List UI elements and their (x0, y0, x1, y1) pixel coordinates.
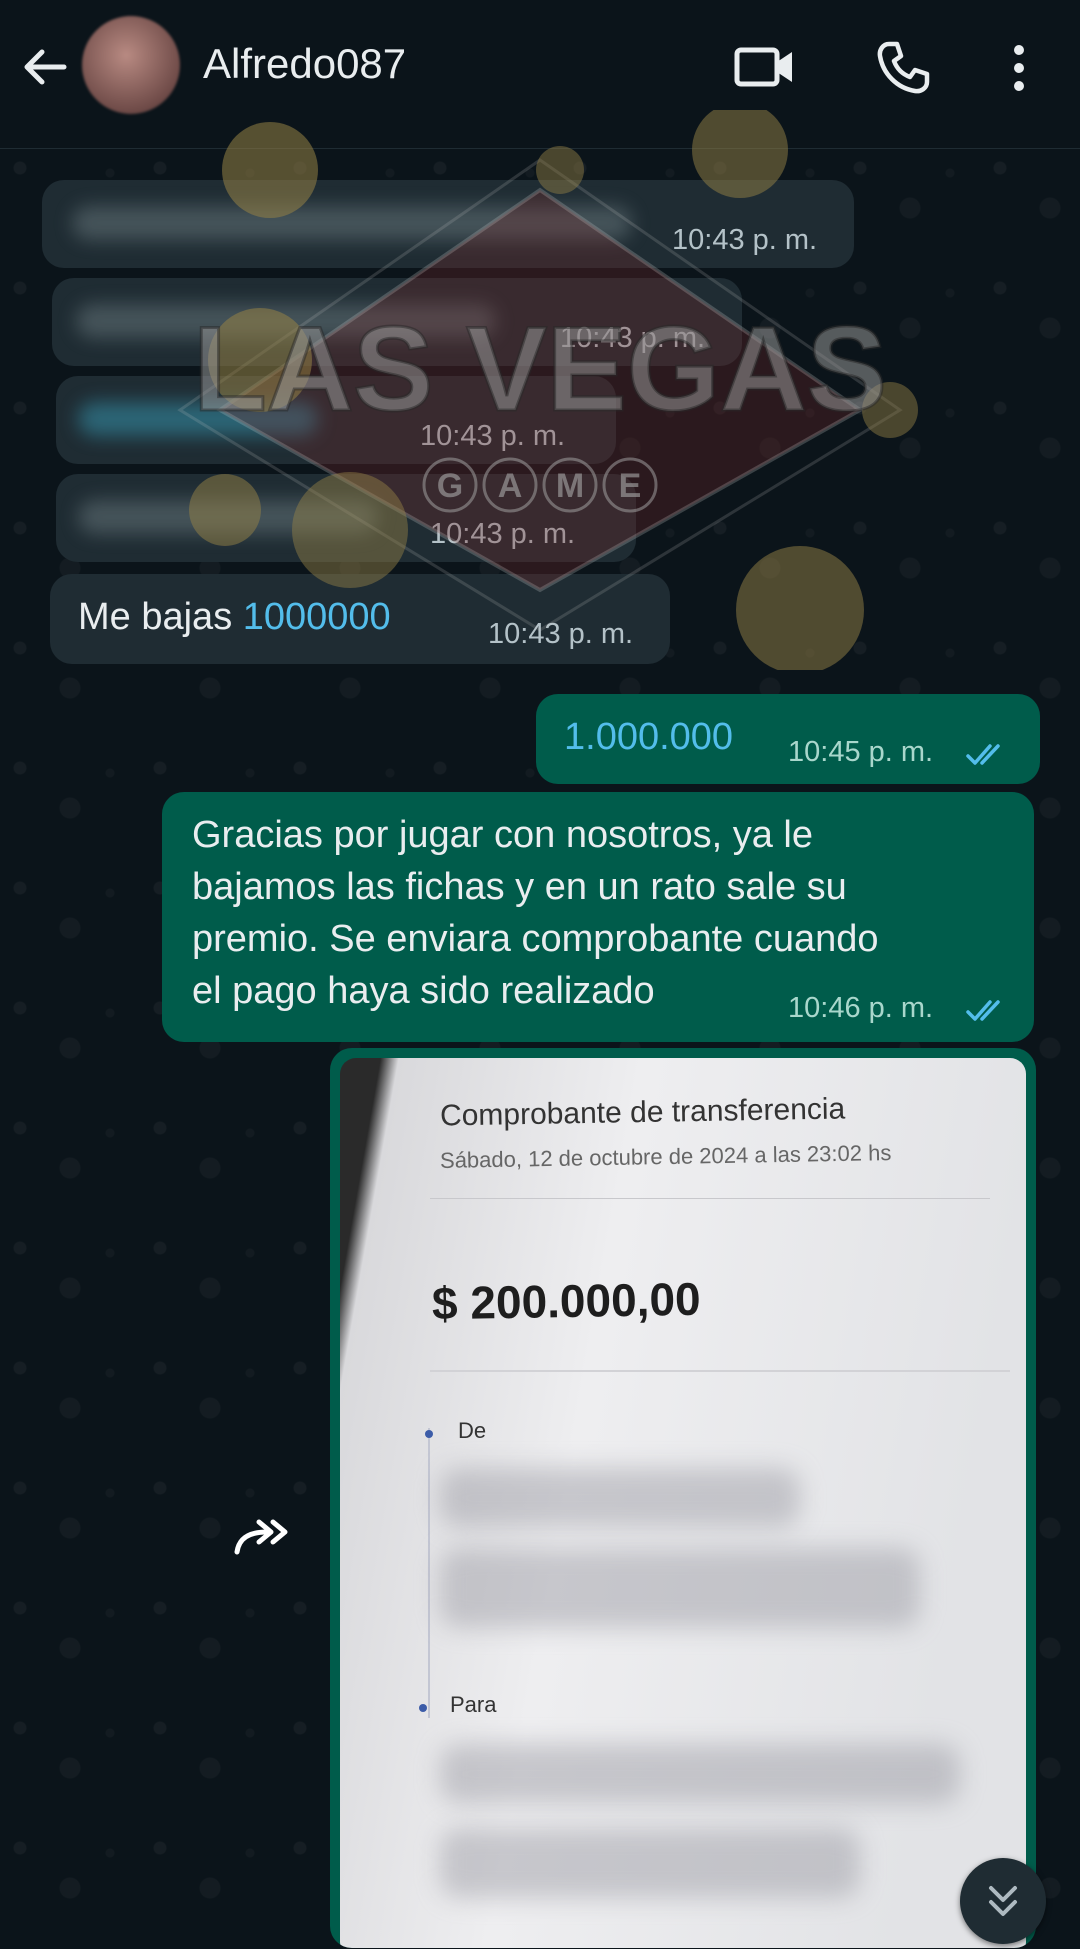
message-text[interactable]: 1.000.000 (564, 712, 733, 762)
redacted-text (78, 402, 318, 436)
chat-header: Alfredo087 (0, 0, 1080, 149)
image-message[interactable]: Comprobante de transferencia Sábado, 12 … (330, 1048, 1036, 1948)
message-incoming-3[interactable]: 10:43 p. m. (56, 376, 616, 464)
message-text: Me bajas 1000000 (78, 592, 391, 642)
redacted-recipient-detail (440, 1828, 860, 1898)
message-incoming-1[interactable]: 10:43 p. m. (42, 180, 854, 268)
message-line-3: premio. Se enviara comprobante cuando (192, 918, 879, 960)
receipt-amount: $ 200.000,00 (431, 1272, 702, 1330)
message-time: 10:43 p. m. (488, 618, 634, 650)
scroll-to-bottom-button[interactable] (960, 1858, 1046, 1944)
message-incoming-5[interactable]: Me bajas 1000000 10:43 p. m. (50, 574, 670, 664)
receipt-divider (430, 1198, 990, 1199)
receipt-photo[interactable]: Comprobante de transferencia Sábado, 12 … (340, 1058, 1026, 1948)
redacted-text (72, 206, 632, 240)
message-time: 10:46 p. m. (788, 992, 934, 1024)
receipt-date: Sábado, 12 de octubre de 2024 a las 23:0… (439, 1140, 892, 1173)
more-vert-icon[interactable] (1006, 42, 1032, 94)
message-line-4: el pago haya sido realizado (192, 970, 655, 1012)
read-ticks-icon (966, 744, 1000, 765)
redacted-sender (440, 1468, 800, 1528)
redacted-recipient (440, 1744, 960, 1804)
receipt-title: Comprobante de transferencia (439, 1092, 846, 1133)
read-ticks-icon (966, 1000, 1000, 1021)
message-time: 10:45 p. m. (788, 736, 934, 768)
message-line-2: bajamos las fichas y en un rato sale su (192, 866, 847, 908)
message-time: 10:43 p. m. (560, 322, 706, 354)
message-incoming-2[interactable]: 10:43 p. m. (52, 278, 742, 366)
arrow-left-icon[interactable] (20, 42, 70, 92)
receipt-from-label: De (458, 1418, 487, 1443)
message-outgoing-1[interactable]: 1.000.000 10:45 p. m. (536, 694, 1040, 784)
receipt-to-label: Para (450, 1692, 497, 1717)
receipt-dot (419, 1704, 427, 1712)
message-time: 10:43 p. m. (430, 518, 576, 550)
phone-number-link[interactable]: 1000000 (243, 596, 391, 638)
receipt-dot (425, 1430, 433, 1438)
redacted-sender-detail (440, 1548, 920, 1628)
video-call-icon[interactable] (734, 42, 796, 92)
message-outgoing-2[interactable]: Gracias por jugar con nosotros, ya le ba… (162, 792, 1034, 1042)
message-line-1: Gracias por jugar con nosotros, ya le (192, 814, 813, 856)
redacted-text (78, 500, 378, 534)
message-text-prefix: Me bajas (78, 596, 243, 638)
message-time: 10:43 p. m. (420, 420, 566, 452)
contact-name[interactable]: Alfredo087 (203, 40, 406, 88)
message-time: 10:43 p. m. (672, 224, 818, 256)
receipt-timeline (428, 1428, 430, 1718)
receipt-divider (430, 1370, 1010, 1372)
chevron-double-down-icon (989, 1886, 1017, 1916)
phone-icon[interactable] (875, 40, 931, 96)
message-incoming-4[interactable]: 10:43 p. m. (56, 474, 636, 562)
forward-icon[interactable] (233, 1516, 293, 1556)
avatar[interactable] (82, 16, 180, 114)
redacted-text (76, 304, 496, 338)
